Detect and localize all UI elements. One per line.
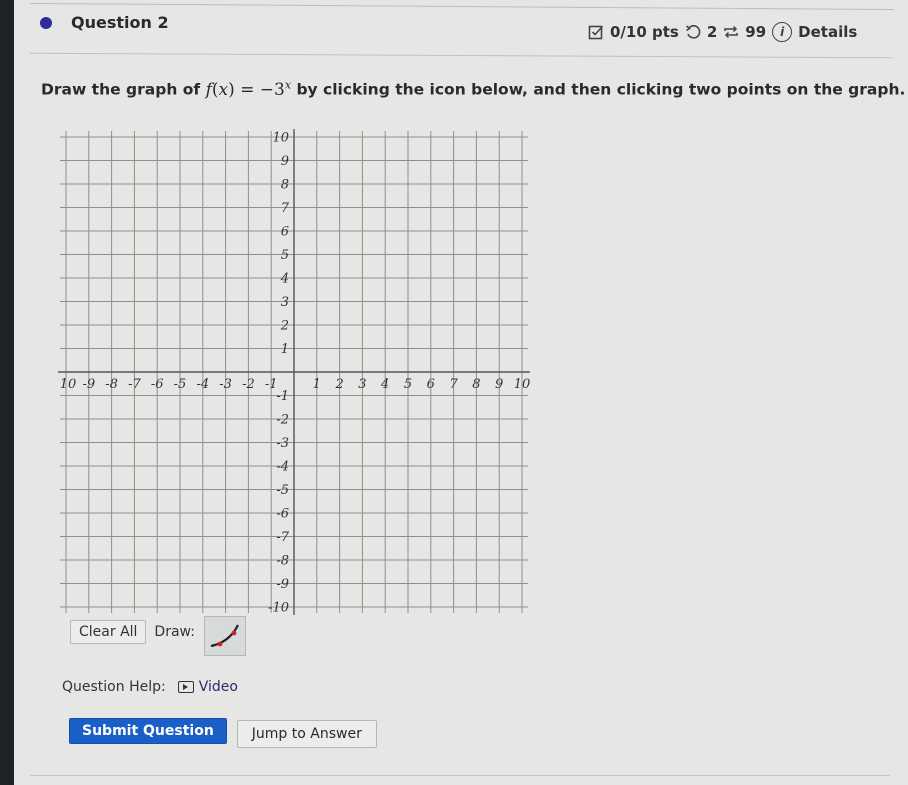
undo-icon — [685, 24, 701, 40]
jump-to-answer-button[interactable]: Jump to Answer — [236, 720, 377, 748]
attempts-count: 99 — [745, 23, 767, 41]
question-prompt: Draw the graph of f(x) = −3x by clicking… — [41, 78, 905, 100]
x-tick-label: -7 — [128, 377, 141, 392]
x-tick-label: -2 — [242, 377, 255, 392]
exponential-curve-icon — [210, 624, 239, 648]
x-tick-label: 9 — [495, 377, 503, 392]
x-tick-label: 3 — [358, 377, 366, 392]
y-tick-label: 4 — [280, 272, 289, 287]
checkbox-icon — [588, 24, 604, 40]
question-status-dot-icon — [40, 17, 52, 29]
question-meta: 0/10 pts 2 99 i Details — [588, 22, 857, 42]
retries-count: 2 — [706, 23, 718, 41]
y-tick-label: -3 — [276, 436, 289, 451]
submit-question-button[interactable]: Submit Question — [69, 718, 227, 744]
draw-label: Draw: — [154, 624, 195, 640]
x-tick-label: 1 — [313, 377, 321, 392]
graph-tools: Clear All Draw: — [70, 612, 246, 656]
clear-all-button[interactable]: Clear All — [70, 620, 147, 644]
x-tick-label: 6 — [427, 377, 435, 392]
exponential-tool-button[interactable] — [203, 616, 246, 656]
x-tick-label: -5 — [174, 377, 187, 392]
x-tick-label: -3 — [219, 377, 232, 392]
x-tick-label: -9 — [82, 377, 95, 392]
curve-point-icon — [217, 641, 223, 647]
y-tick-label: -1 — [276, 389, 289, 404]
x-tick-label: 7 — [449, 377, 458, 392]
y-tick-label: -9 — [276, 577, 289, 592]
info-icon[interactable]: i — [772, 22, 793, 42]
function-name: f — [205, 79, 212, 100]
divider — [30, 775, 890, 776]
y-tick-label: 6 — [281, 225, 289, 240]
video-link[interactable]: Video — [177, 679, 238, 695]
y-tick-label: -2 — [276, 413, 289, 428]
function-base: −3 — [259, 79, 285, 100]
coordinate-grid[interactable]: 10 -9 -8 -7 -6 -5 -4 -3 -2 -1 1 2 3 4 5 6 7 8 9 10-10-9-8-7… — [50, 125, 540, 616]
score: 0/10 pts — [610, 23, 679, 41]
details-link[interactable]: Details — [798, 23, 857, 41]
y-tick-label: 10 — [272, 131, 289, 146]
x-tick-label: -6 — [151, 377, 164, 392]
y-tick-label: -8 — [276, 554, 289, 569]
x-tick-label: 8 — [472, 377, 480, 392]
y-tick-label: 5 — [281, 248, 289, 263]
y-tick-label: -5 — [276, 483, 289, 498]
y-tick-label: 9 — [281, 154, 289, 169]
x-tick-label: 5 — [404, 377, 412, 392]
y-tick-label: -6 — [276, 507, 289, 522]
question-title: Question 2 — [71, 13, 169, 32]
y-tick-label: -10 — [268, 601, 289, 616]
screen-bezel — [0, 0, 14, 785]
question-actions: Submit Question Jump to Answer — [69, 717, 377, 748]
x-tick-label: 10 — [514, 377, 531, 392]
x-tick-label: 4 — [380, 377, 389, 392]
x-tick-label: 10 — [60, 377, 77, 392]
video-icon — [177, 681, 194, 693]
prompt-text: by clicking the icon below, and then cli… — [291, 80, 906, 99]
x-tick-label: 2 — [334, 377, 343, 392]
question-help: Question Help: Video — [62, 679, 238, 695]
y-tick-label: -4 — [276, 460, 289, 475]
y-tick-label: -7 — [276, 530, 289, 545]
y-tick-label: 2 — [280, 319, 289, 334]
prompt-text: Draw the graph of — [41, 80, 206, 99]
y-tick-label: 1 — [281, 342, 289, 357]
y-tick-label: 7 — [281, 201, 290, 216]
x-tick-label: -8 — [105, 377, 118, 392]
y-tick-label: 8 — [281, 178, 289, 193]
function-variable: x — [218, 79, 229, 100]
video-label[interactable]: Video — [199, 679, 238, 695]
curve-point-icon — [231, 630, 237, 636]
repeat-icon — [723, 24, 739, 40]
question-help-label: Question Help: — [62, 679, 166, 695]
function-expression: f(x) = −3x — [205, 78, 292, 100]
x-tick-label: -4 — [196, 377, 209, 392]
y-tick-label: 3 — [281, 295, 289, 310]
graph-canvas[interactable]: 10 -9 -8 -7 -6 -5 -4 -3 -2 -1 1 2 3 4 5 6 7 8 9 10 -10 -9 -8 -7… — [50, 125, 540, 616]
